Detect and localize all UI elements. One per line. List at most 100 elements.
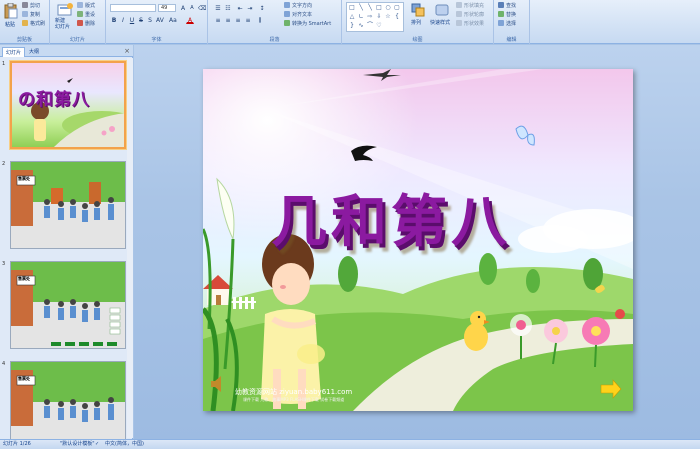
align-text-button[interactable]: 对齐文本: [284, 11, 312, 19]
italic-button[interactable]: I: [119, 16, 127, 24]
decrease-indent-button[interactable]: ⇤: [236, 4, 244, 12]
freeform-shape-icon[interactable]: ⌒: [366, 22, 374, 29]
curly-shape-icon[interactable]: {: [393, 13, 401, 20]
strikethrough-button[interactable]: S: [137, 16, 145, 24]
align-right-button[interactable]: ≡: [234, 16, 242, 24]
font-size-value: 49: [161, 5, 168, 11]
delete-slide-button[interactable]: 删除: [77, 20, 95, 28]
slides-panel: 幻灯片 大纲 × 1 の和第八 2 售票处 3 售票处 4 售票处: [0, 45, 133, 449]
slide[interactable]: 几和第八 幼教资源网站 ziyuan.baby611.com 课件下载 儿歌、故…: [203, 69, 633, 411]
shadow-button[interactable]: S: [146, 16, 154, 24]
slide-thumbnail[interactable]: 售票处: [10, 361, 126, 449]
font-family-combo[interactable]: [110, 4, 156, 12]
reset-label: 重设: [85, 12, 96, 18]
grow-font-button[interactable]: A: [179, 4, 187, 12]
clipboard-group: 粘贴 剪切 复制 格式刷 剪贴板: [0, 0, 50, 44]
format-painter-button[interactable]: 格式刷: [22, 20, 45, 28]
arrow-down-shape-icon[interactable]: ⇩: [375, 13, 383, 20]
replace-icon: [498, 11, 504, 17]
slide-thumbnail[interactable]: の和第八: [9, 60, 127, 150]
fill-bucket-icon: [456, 2, 462, 8]
font-size-combo[interactable]: 49: [158, 4, 176, 12]
arrange-button[interactable]: 排列: [410, 3, 426, 31]
slide-number: 2: [2, 161, 6, 167]
align-center-button[interactable]: ≡: [224, 16, 232, 24]
find-button[interactable]: 查找: [498, 2, 516, 10]
justify-button[interactable]: ≡: [244, 16, 252, 24]
numbering-button[interactable]: ☷: [224, 4, 232, 12]
line-shape-icon[interactable]: ╲: [357, 4, 365, 11]
spacing-button[interactable]: AV: [155, 16, 164, 24]
align-left-button[interactable]: ≡: [214, 16, 222, 24]
format-painter-label: 格式刷: [30, 21, 46, 27]
smartart-button[interactable]: 转换为 SmartArt: [284, 20, 331, 28]
square-shape-icon[interactable]: □: [375, 4, 383, 11]
increase-indent-button[interactable]: ⇥: [246, 4, 254, 12]
close-icon[interactable]: ×: [124, 47, 130, 55]
new-slide-icon: [57, 3, 73, 16]
shape-effects-button[interactable]: 形状效果: [456, 20, 484, 28]
star-shape-icon[interactable]: ☆: [384, 13, 392, 20]
line2-shape-icon[interactable]: ╲: [366, 4, 374, 11]
text-direction-icon: [284, 2, 290, 8]
quick-styles-button[interactable]: 快速样式: [430, 3, 454, 31]
new-slide-button[interactable]: 新建 幻灯片: [55, 3, 75, 33]
brush-icon: [22, 20, 28, 26]
slide-thumbnail[interactable]: 售票处: [10, 161, 126, 249]
text-direction-button[interactable]: 文字方向: [284, 2, 312, 10]
slide-number: 4: [2, 361, 6, 367]
shape-fill-button[interactable]: 形状填充: [456, 2, 484, 10]
effects-icon: [456, 20, 462, 26]
replace-button[interactable]: 替换: [498, 11, 516, 19]
brace-shape-icon[interactable]: }: [348, 22, 356, 29]
ticket-office-sign: 售票处: [18, 176, 30, 181]
slide-number: 1: [2, 61, 6, 67]
layout-button[interactable]: 版式: [77, 2, 95, 10]
paste-button[interactable]: 粘贴: [3, 3, 19, 31]
curve-shape-icon[interactable]: ∿: [357, 22, 365, 29]
slide-thumbnail[interactable]: 售票处: [10, 261, 126, 349]
columns-button[interactable]: ⫼: [256, 16, 264, 24]
heart-shape-icon[interactable]: ♡: [375, 22, 383, 29]
font-color-button[interactable]: A: [186, 16, 194, 24]
select-button[interactable]: 选择: [498, 20, 516, 28]
paragraph-group-label: 段落: [269, 37, 280, 43]
arrow-right-shape-icon[interactable]: ⇨: [366, 13, 374, 20]
watermark-text: 幼教资源网站 ziyuan.baby611.com: [235, 388, 353, 396]
reset-button[interactable]: 重设: [77, 11, 95, 19]
language-indicator[interactable]: 中文(简体，中国): [105, 440, 144, 449]
change-case-button[interactable]: Aa: [168, 16, 177, 24]
slide-number: 3: [2, 261, 6, 267]
thumbnail-scrollbar[interactable]: [127, 58, 133, 438]
cut-button[interactable]: 剪切: [22, 2, 40, 10]
rounded-rect-shape-icon[interactable]: ▢: [393, 4, 401, 11]
tab-slides[interactable]: 幻灯片: [2, 47, 26, 57]
shape-outline-button[interactable]: 形状轮廓: [456, 11, 484, 19]
copy-icon: [22, 11, 28, 17]
rectangle-shape-icon[interactable]: □: [348, 4, 356, 11]
bullets-button[interactable]: ☰: [214, 4, 222, 12]
clear-format-button[interactable]: ⌫: [197, 4, 206, 12]
layout-icon: [77, 2, 83, 8]
paste-icon: [4, 3, 18, 19]
oval-shape-icon[interactable]: ○: [384, 4, 392, 11]
clipboard-group-label: 剪贴板: [16, 37, 32, 43]
outline-pen-icon: [456, 11, 462, 17]
underline-button[interactable]: U: [128, 16, 136, 24]
slide-counter: 幻灯片 1/26: [3, 441, 31, 447]
copy-button[interactable]: 复制: [22, 11, 40, 19]
ticket-office-sign: 售票处: [18, 276, 30, 281]
triangle-shape-icon[interactable]: △: [348, 13, 356, 20]
shapes-gallery[interactable]: □ ╲ ╲ □ ○ ▢ △ ∟ ⇨ ⇩ ☆ { } ∿ ⌒ ♡: [346, 2, 404, 32]
angle-shape-icon[interactable]: ∟: [357, 13, 365, 20]
tab-outline[interactable]: 大纲: [26, 47, 42, 57]
slide-title[interactable]: 几和第八: [271, 177, 511, 258]
theme-name[interactable]: "默认设计模板": [60, 440, 95, 449]
status-bar: 幻灯片 1/26 "默认设计模板" ✓ 中文(简体，中国): [0, 439, 700, 449]
bold-button[interactable]: B: [110, 16, 118, 24]
spellcheck-icon[interactable]: ✓: [95, 440, 99, 449]
copy-label: 复制: [30, 12, 41, 18]
arrange-label: 排列: [411, 20, 422, 26]
line-spacing-button[interactable]: ↕: [258, 4, 266, 12]
shrink-font-button[interactable]: A: [188, 4, 196, 12]
